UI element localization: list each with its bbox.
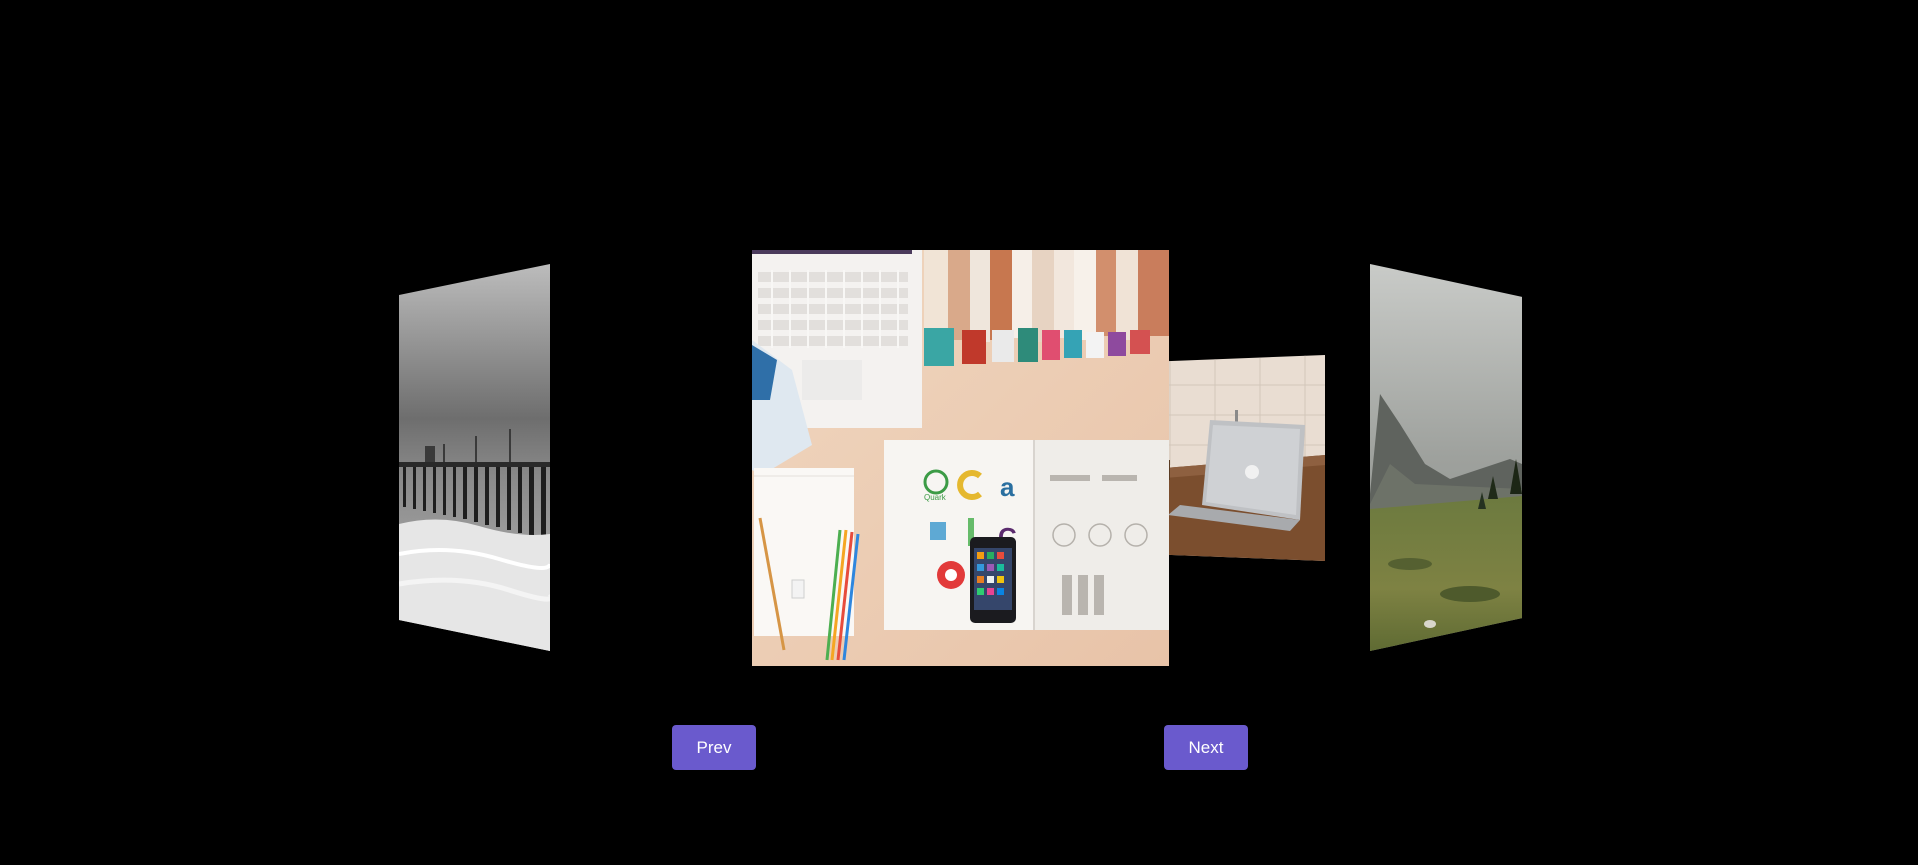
slide-desk-flatlay[interactable]: Quark a C bbox=[752, 250, 1169, 666]
svg-text:Quark: Quark bbox=[924, 493, 947, 502]
prev-button[interactable]: Prev bbox=[672, 725, 756, 770]
carousel-stage: Quark a C bbox=[0, 0, 1918, 865]
slide-landscape[interactable] bbox=[1370, 264, 1522, 651]
svg-text:a: a bbox=[1000, 472, 1015, 502]
next-button[interactable]: Next bbox=[1164, 725, 1248, 770]
slide-pier[interactable] bbox=[399, 264, 550, 651]
pier-photo bbox=[399, 264, 550, 651]
desk-flatlay-photo: Quark a C bbox=[752, 250, 1169, 666]
mountain-landscape-photo bbox=[1370, 264, 1522, 651]
